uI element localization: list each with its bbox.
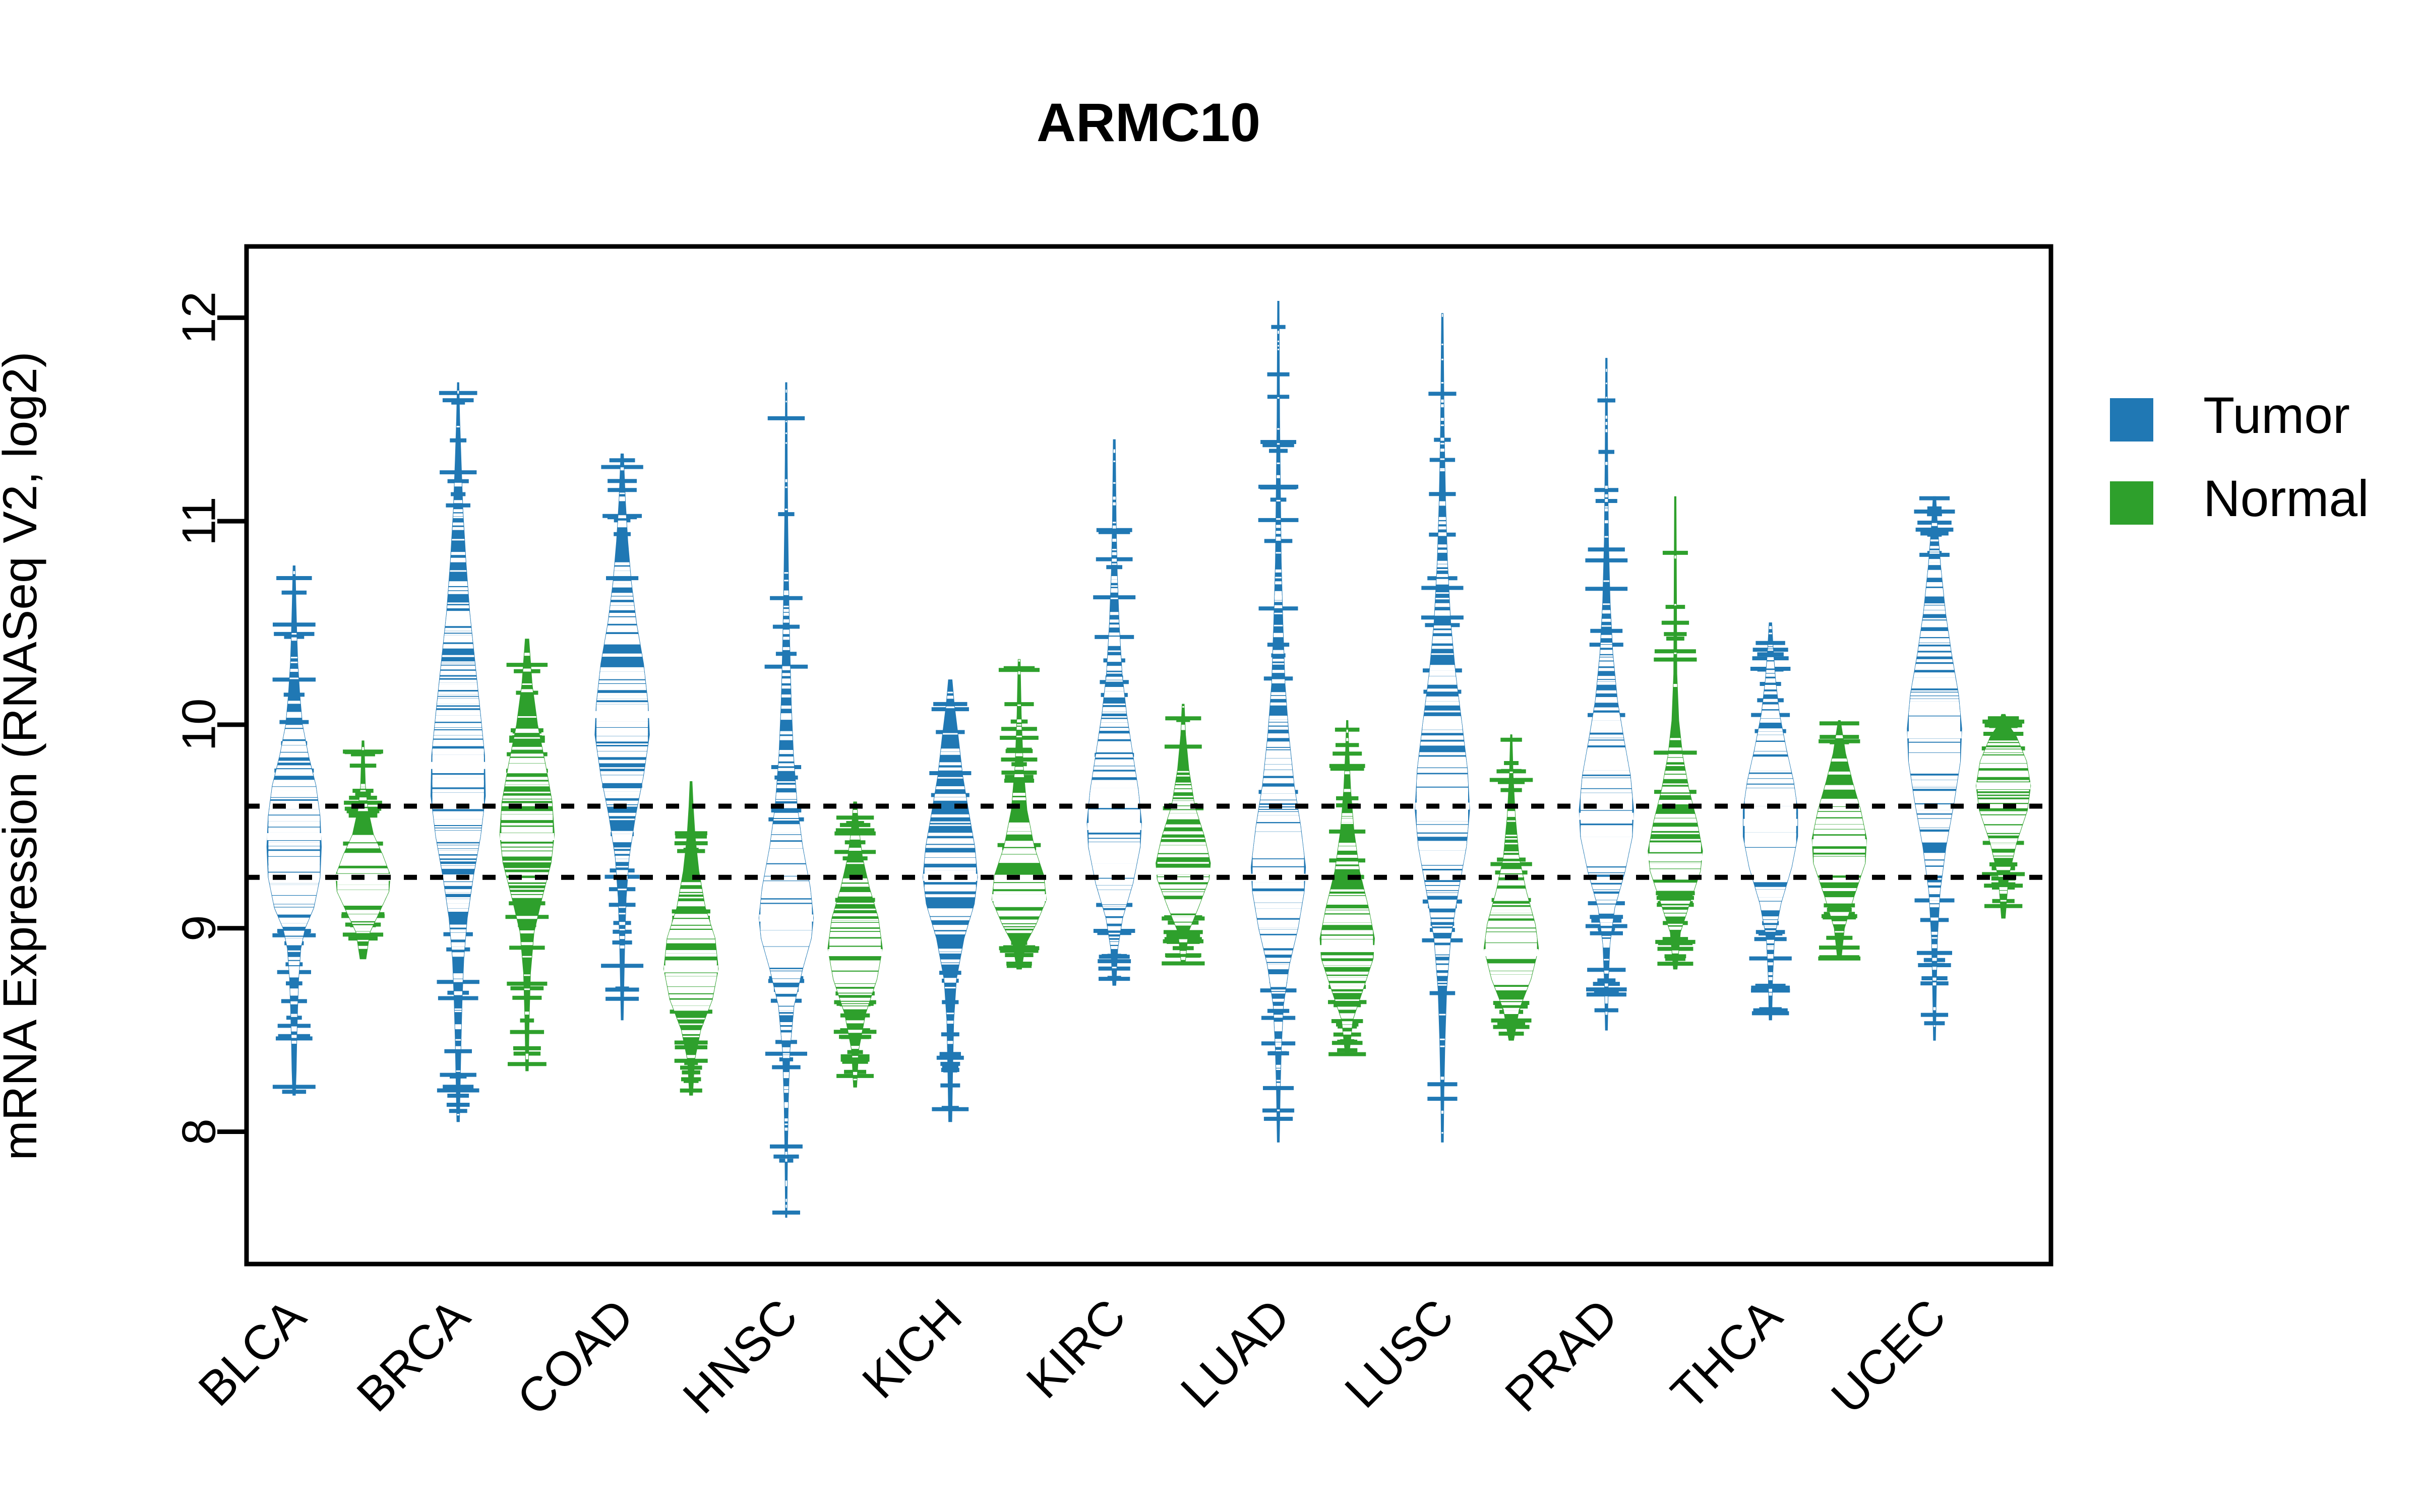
legend-label-tumor: Tumor — [2203, 387, 2350, 444]
legend-label-normal: Normal — [2203, 470, 2369, 527]
y-tick-label: 9 — [172, 915, 225, 941]
y-tick-label: 12 — [172, 291, 225, 344]
chart-root: ARMC10 mRNA Expression (RNASeq V2, log2)… — [0, 0, 2420, 1512]
y-tick-label: 8 — [172, 1118, 225, 1145]
legend-swatch-normal — [2110, 481, 2153, 525]
y-tick-label: 11 — [172, 496, 225, 546]
violin-chart-figure: ARMC10 mRNA Expression (RNASeq V2, log2)… — [0, 0, 2420, 1512]
chart-title: ARMC10 — [1037, 92, 1260, 153]
y-tick-label: 10 — [172, 699, 225, 751]
y-axis-label: mRNA Expression (RNASeq V2, log2) — [0, 351, 47, 1160]
legend-swatch-tumor — [2110, 398, 2153, 442]
